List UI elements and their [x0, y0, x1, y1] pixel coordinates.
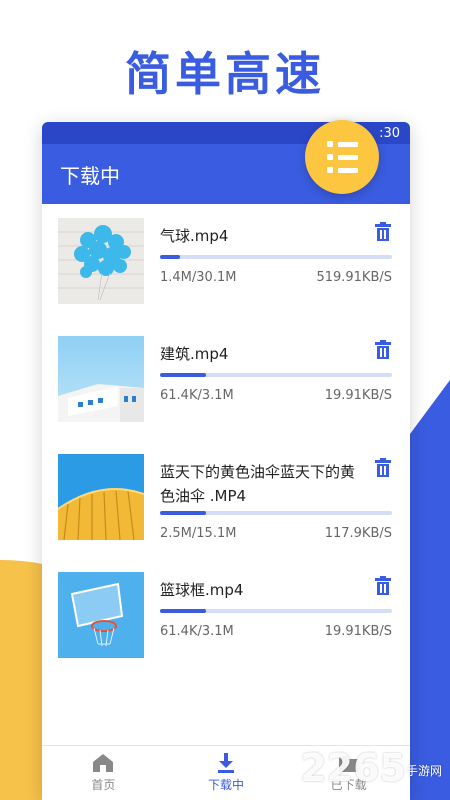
- trash-icon[interactable]: [374, 576, 392, 596]
- menu-icon: [326, 141, 358, 147]
- download-item[interactable]: 气球.mp4 1.4M/30.1M 519.91KB/S: [58, 218, 398, 308]
- download-progress: [160, 255, 392, 259]
- file-name: 蓝天下的黄色油伞蓝天下的黄色油伞 .MP4: [160, 463, 356, 505]
- download-speed: 19.91KB/S: [324, 624, 392, 639]
- download-size: 61.4K/3.1M: [160, 624, 234, 639]
- download-icon: [218, 753, 234, 773]
- download-size: 2.5M/15.1M: [160, 526, 237, 541]
- progress-fill: [160, 373, 206, 377]
- phone-screen: :30 下载中 气球.mp4 1.4M/30.1M 519.91KB/S 建筑.…: [42, 122, 410, 800]
- download-speed: 519.91KB/S: [316, 270, 392, 285]
- video-thumbnail-balloons: [58, 218, 144, 304]
- video-thumbnail-umbrella: [58, 454, 144, 540]
- trash-icon[interactable]: [374, 340, 392, 360]
- menu-fab-button[interactable]: [305, 120, 379, 194]
- tab-home-label: 首页: [91, 778, 116, 792]
- download-progress: [160, 511, 392, 515]
- download-item[interactable]: 建筑.mp4 61.4K/3.1M 19.91KB/S: [58, 336, 398, 426]
- file-name: 气球.mp4: [160, 227, 229, 245]
- tab-home[interactable]: 首页: [42, 746, 165, 800]
- progress-fill: [160, 609, 206, 613]
- progress-fill: [160, 511, 206, 515]
- file-name: 建筑.mp4: [160, 345, 229, 363]
- trash-icon[interactable]: [374, 458, 392, 478]
- status-time: :30: [379, 125, 400, 141]
- download-progress: [160, 373, 392, 377]
- file-name: 篮球框.mp4: [160, 581, 244, 599]
- video-thumbnail-building: [58, 336, 144, 422]
- promo-headline: 简单高速: [125, 47, 325, 101]
- home-icon: [93, 754, 114, 772]
- tab-downloading-label: 下载中: [208, 778, 245, 792]
- download-speed: 117.9KB/S: [324, 526, 392, 541]
- site-watermark-logo: 2265手游网: [300, 746, 442, 790]
- progress-fill: [160, 255, 180, 259]
- download-size: 1.4M/30.1M: [160, 270, 237, 285]
- tab-downloading[interactable]: 下载中: [165, 746, 288, 800]
- page-title: 下载中: [60, 163, 120, 188]
- trash-icon[interactable]: [374, 222, 392, 242]
- download-item[interactable]: 蓝天下的黄色油伞蓝天下的黄色油伞 .MP4 2.5M/15.1M 117.9KB…: [58, 454, 398, 564]
- video-thumbnail-basketball-hoop: [58, 572, 144, 658]
- download-size: 61.4K/3.1M: [160, 388, 234, 403]
- download-item[interactable]: 篮球框.mp4 61.4K/3.1M 19.91KB/S: [58, 572, 398, 662]
- download-progress: [160, 609, 392, 613]
- download-speed: 19.91KB/S: [324, 388, 392, 403]
